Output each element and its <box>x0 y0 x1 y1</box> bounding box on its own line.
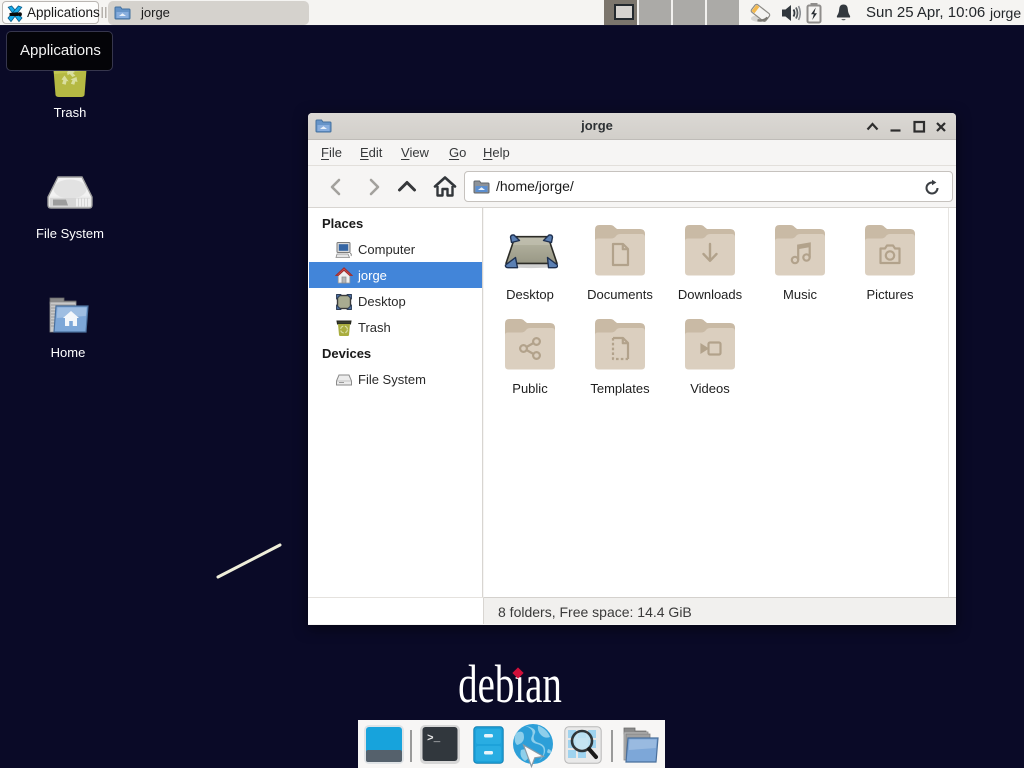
svg-text:>_: >_ <box>427 733 441 745</box>
